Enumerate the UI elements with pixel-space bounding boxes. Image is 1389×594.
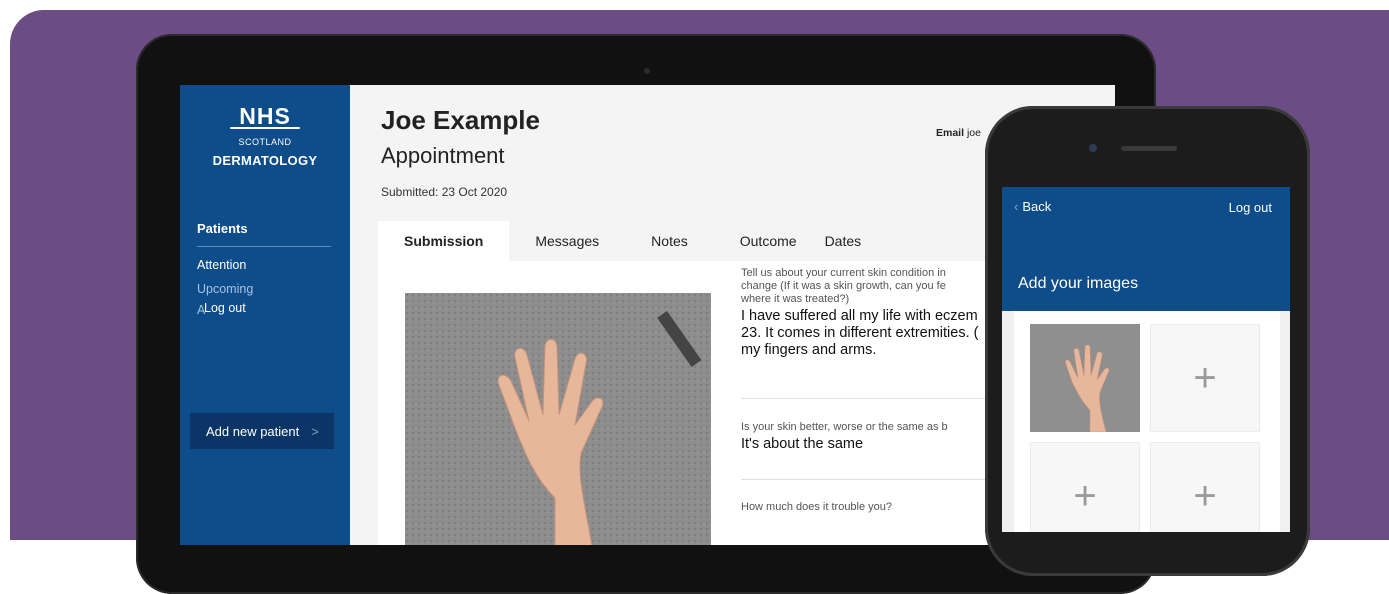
sidebar: NHS SCOTLAND DERMATOLOGY Patients Attent… — [180, 85, 350, 545]
tab-bar: Submission Messages Notes Outcome Dates — [378, 221, 887, 261]
question-text: where it was treated?) — [741, 293, 850, 305]
question-text: Is your skin better, worse or the same a… — [741, 421, 948, 433]
sidebar-item-attention[interactable]: Attention — [197, 258, 246, 272]
phone-logout-button[interactable]: Log out — [1229, 200, 1272, 215]
tab-notes[interactable]: Notes — [625, 221, 714, 261]
answer-text: my fingers and arms. — [741, 342, 877, 358]
sidebar-item-logout[interactable]: Log out — [204, 301, 246, 315]
question-text: Tell us about your current skin conditio… — [741, 267, 946, 279]
question-trouble: How much does it trouble you? — [741, 501, 1001, 514]
uploaded-image-tile[interactable] — [1030, 324, 1140, 432]
phone-speaker — [1121, 146, 1177, 151]
answer-text: I have suffered all my life with eczem — [741, 308, 978, 324]
phone-header — [1002, 227, 1290, 311]
plus-icon: + — [1193, 355, 1217, 400]
nhs-logo-underline — [230, 127, 300, 129]
patient-email: Email joe — [936, 127, 981, 139]
plus-icon: + — [1073, 473, 1097, 518]
submitted-date: Submitted: 23 Oct 2020 — [381, 185, 508, 199]
sidebar-divider — [197, 246, 331, 247]
hand-photo-illustration — [405, 293, 711, 545]
tablet-camera — [644, 68, 650, 74]
answer-text: It's about the same — [741, 436, 864, 452]
sidebar-heading-patients[interactable]: Patients — [197, 221, 248, 236]
tab-submission[interactable]: Submission — [378, 221, 510, 261]
submitted-skin-photo[interactable] — [405, 293, 711, 545]
nhs-logo-dermatology: DERMATOLOGY — [212, 153, 318, 168]
question-divider — [741, 398, 991, 399]
hand-thumbnail — [1030, 324, 1140, 432]
image-upload-grid: + + + — [1014, 311, 1280, 532]
phone-front-camera — [1089, 144, 1097, 152]
tablet-screen: NHS SCOTLAND DERMATOLOGY Patients Attent… — [180, 85, 1115, 545]
add-new-patient-label: Add new patient — [206, 423, 300, 439]
phone-screen: ‹ Back Log out Add your images + + + — [1002, 187, 1290, 532]
question-current-condition: Tell us about your current skin conditio… — [741, 267, 1001, 359]
email-label: Email — [936, 127, 965, 139]
nhs-logo-text: NHS — [239, 103, 291, 129]
tab-outcome[interactable]: Outcome — [714, 221, 811, 261]
add-image-tile[interactable]: + — [1150, 324, 1260, 432]
answer-text: 23. It comes in different extremities. ( — [741, 325, 979, 341]
plus-icon: + — [1193, 473, 1217, 518]
add-image-tile[interactable]: + — [1150, 442, 1260, 532]
add-new-patient-button[interactable]: Add new patient > — [190, 413, 334, 449]
sidebar-item-upcoming[interactable]: Upcoming — [197, 282, 253, 296]
back-label: Back — [1022, 199, 1052, 214]
chevron-right-icon: > — [311, 423, 319, 439]
back-button[interactable]: ‹ Back — [1014, 199, 1051, 214]
email-value: joe — [966, 127, 981, 139]
tab-messages[interactable]: Messages — [509, 221, 625, 261]
patient-name: Joe Example — [381, 105, 540, 135]
question-skin-change: Is your skin better, worse or the same a… — [741, 421, 1001, 453]
page-subtitle: Appointment — [381, 143, 505, 168]
chevron-left-icon: ‹ — [1014, 199, 1019, 214]
tab-dates[interactable]: Dates — [811, 221, 888, 261]
question-text: change (If it was a skin growth, can you… — [741, 280, 946, 292]
phone-page-title: Add your images — [1018, 275, 1139, 292]
question-text: How much does it trouble you? — [741, 501, 893, 513]
phone-nav-bar: ‹ Back Log out — [1002, 187, 1290, 227]
nhs-logo-scotland: SCOTLAND — [238, 137, 292, 147]
add-image-tile[interactable]: + — [1030, 442, 1140, 532]
question-divider — [741, 479, 991, 480]
